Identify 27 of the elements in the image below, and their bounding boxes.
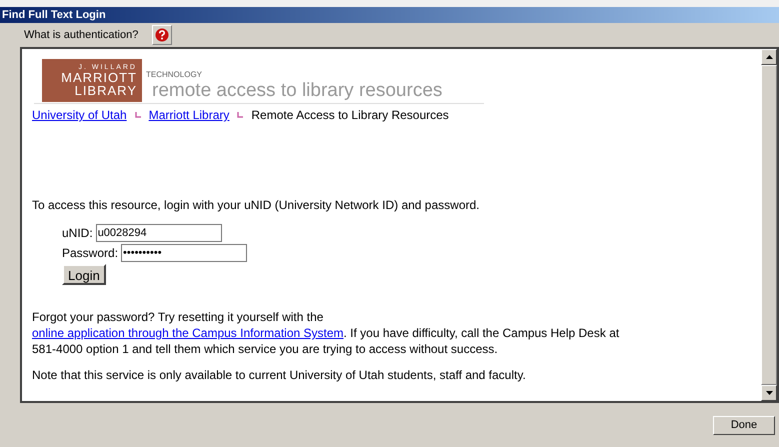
down-arrow-icon	[766, 391, 772, 395]
breadcrumb-current: Remote Access to Library Resources	[251, 107, 449, 124]
help-button[interactable]	[152, 25, 172, 45]
breadcrumb-link[interactable]: Marriott Library	[148, 106, 230, 124]
help-label: What is authentication?	[24, 28, 138, 43]
header-kicker: TECHNOLOGY	[146, 69, 204, 81]
intro-text: To access this resource, login with your uNID (University Network ID) and password.	[32, 197, 480, 214]
password-field[interactable]: ••••••••••	[121, 244, 248, 262]
breadcrumb-separator-icon	[134, 112, 141, 118]
breadcrumb-link[interactable]: University of Utah	[32, 106, 127, 124]
logo-text: LIBRARY	[74, 84, 137, 97]
note-text: Note that this service is only available to current University of Utah students, staff and faculty.	[32, 367, 527, 383]
help-icon	[155, 28, 170, 42]
breadcrumb-separator-icon	[237, 112, 244, 118]
up-arrow-icon	[766, 55, 772, 59]
scroll-up-button[interactable]	[761, 49, 777, 65]
help-paragraph: Forgot your password? Try resetting it yourself with the online application through the Campus Information System. If you have difficulty, call the Campus Help Desk at 581-4000 option 1 and tell them which service you are trying to access without success.	[32, 309, 620, 357]
unid-label: uNID:	[62, 225, 93, 242]
unid-field[interactable]: u0028294	[96, 224, 222, 242]
header-tagline: remote access to library resources	[151, 81, 442, 102]
scroll-down-button[interactable]	[761, 385, 777, 401]
password-label: Password:	[62, 245, 118, 262]
campus-system-link[interactable]: online application through the Campus Information System	[32, 326, 344, 340]
done-button[interactable]: Done	[713, 416, 775, 434]
login-button[interactable]: Login	[62, 264, 106, 285]
window-title: Find Full Text Login	[2, 10, 106, 20]
logo-text: MARRIOTT	[61, 71, 137, 84]
